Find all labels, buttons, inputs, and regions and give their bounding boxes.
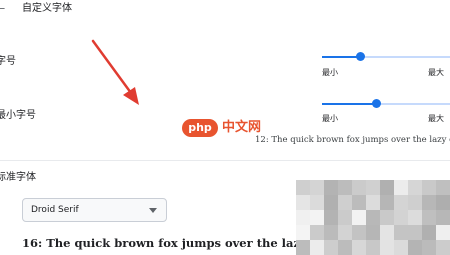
mosaic-tile — [310, 225, 325, 241]
mosaic-tile — [408, 195, 423, 211]
font-size-slider-thumb[interactable] — [356, 52, 366, 61]
mosaic-tile — [408, 240, 423, 255]
mosaic-tile — [394, 180, 409, 196]
standard-font-select[interactable]: Droid Serif — [22, 198, 167, 222]
mosaic-tile — [324, 195, 339, 211]
mosaic-tile — [408, 210, 423, 226]
mosaic-tile — [338, 180, 353, 196]
watermark-badge-text: php — [188, 121, 212, 134]
mosaic-tile — [380, 180, 395, 196]
mosaic-tile — [436, 240, 450, 255]
mosaic-tile — [366, 210, 381, 226]
mosaic-tile — [310, 195, 325, 211]
mosaic-tile — [422, 225, 437, 241]
mosaic-tile — [394, 210, 409, 226]
back-arrow-icon[interactable]: ← — [0, 3, 5, 15]
mosaic-tile — [408, 225, 423, 241]
font-size-slider[interactable] — [322, 48, 450, 66]
mosaic-tile — [296, 180, 311, 196]
mosaic-tile — [324, 240, 339, 255]
dropdown-caret-icon — [149, 208, 157, 213]
blurred-mosaic-image — [296, 180, 450, 255]
mosaic-tile — [380, 195, 395, 211]
mosaic-tile — [324, 225, 339, 241]
min-font-size-max-label: 最大 — [428, 114, 444, 123]
mosaic-tile — [380, 240, 395, 255]
mosaic-tile — [310, 180, 325, 196]
mosaic-tile — [422, 195, 437, 211]
mosaic-tile — [352, 225, 367, 241]
mosaic-tile — [352, 195, 367, 211]
mosaic-tile — [380, 225, 395, 241]
min-font-size-slider-thumb[interactable] — [371, 99, 381, 108]
mosaic-tile — [380, 210, 395, 226]
min-font-size-label: 最小字号 — [0, 110, 36, 121]
mosaic-tile — [338, 225, 353, 241]
min-font-size-slider[interactable] — [322, 95, 450, 113]
mosaic-tile — [436, 195, 450, 211]
mosaic-tile — [394, 225, 409, 241]
mosaic-tile — [436, 210, 450, 226]
mosaic-tile — [338, 210, 353, 226]
mosaic-tile — [408, 180, 423, 196]
mosaic-tile — [352, 180, 367, 196]
mosaic-tile — [366, 195, 381, 211]
font-size-min-label: 最小 — [322, 68, 338, 77]
mosaic-tile — [422, 210, 437, 226]
standard-font-value: Droid Serif — [31, 205, 79, 215]
font-size-max-label: 最大 — [428, 68, 444, 77]
mosaic-tile — [310, 240, 325, 255]
mosaic-tile — [324, 210, 339, 226]
mosaic-tile — [422, 240, 437, 255]
mosaic-tile — [296, 240, 311, 255]
mosaic-tile — [394, 195, 409, 211]
mosaic-tile — [338, 195, 353, 211]
mosaic-tile — [338, 240, 353, 255]
mosaic-tile — [366, 180, 381, 196]
standard-font-preview: 16: The quick brown fox jumps over the l… — [22, 236, 335, 250]
page-title: 自定义字体 — [22, 3, 72, 14]
mosaic-tile — [296, 225, 311, 241]
mosaic-tile — [366, 240, 381, 255]
mosaic-tile — [324, 180, 339, 196]
mosaic-tile — [310, 210, 325, 226]
mosaic-tile — [352, 240, 367, 255]
standard-font-label: 标准字体 — [0, 172, 36, 183]
mosaic-tile — [352, 210, 367, 226]
mosaic-tile — [436, 180, 450, 196]
mosaic-tile — [422, 180, 437, 196]
small-font-preview: 12: The quick brown fox jumps over the l… — [255, 135, 450, 145]
annotation-arrow — [91, 39, 139, 105]
section-divider — [0, 160, 450, 161]
mosaic-tile — [436, 225, 450, 241]
mosaic-tile — [394, 240, 409, 255]
font-size-label: 字号 — [0, 56, 16, 67]
mosaic-tile — [366, 225, 381, 241]
min-font-size-min-label: 最小 — [322, 114, 338, 123]
mosaic-tile — [296, 210, 311, 226]
mosaic-tile — [296, 195, 311, 211]
